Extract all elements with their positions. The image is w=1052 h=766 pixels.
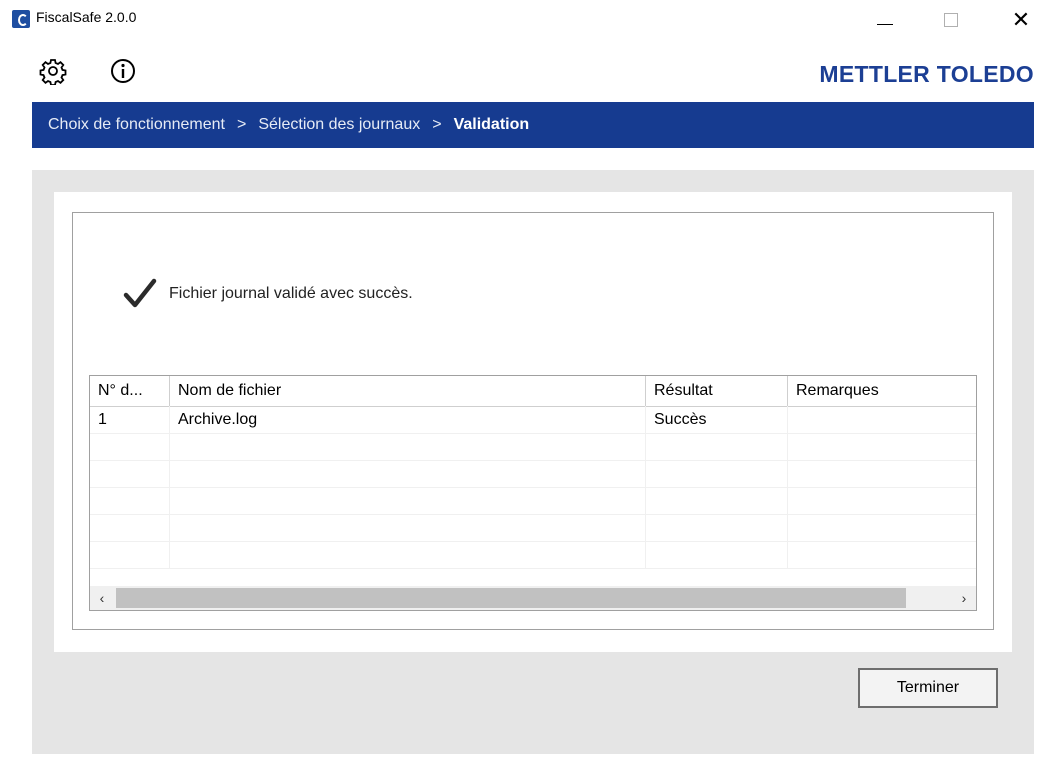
empty-row: [90, 460, 976, 488]
close-icon: ✕: [1011, 7, 1031, 32]
column-header-filename[interactable]: Nom de fichier: [170, 376, 646, 406]
title-bar: FiscalSafe 2.0.0 ✕: [0, 0, 1052, 40]
cell-filename: Archive.log: [170, 406, 646, 433]
empty-row: [90, 541, 976, 569]
table-row[interactable]: 1 Archive.log Succès: [90, 406, 976, 434]
horizontal-scrollbar[interactable]: ‹ ›: [90, 586, 976, 610]
breadcrumb-separator: >: [237, 116, 247, 133]
cell-number: 1: [90, 406, 170, 433]
validation-card: Fichier journal validé avec succès. N° d…: [54, 192, 1012, 652]
content-panel: Fichier journal validé avec succès. N° d…: [32, 170, 1034, 754]
minimize-icon: [877, 23, 893, 25]
window-title: FiscalSafe 2.0.0: [36, 9, 137, 25]
result-group: Fichier journal validé avec succès. N° d…: [72, 212, 994, 630]
minimize-button[interactable]: [862, 0, 908, 40]
scroll-right-icon[interactable]: ›: [952, 586, 976, 610]
close-button[interactable]: ✕: [998, 0, 1044, 40]
table-header: N° d... Nom de fichier Résultat Remarque…: [90, 376, 976, 407]
checkmark-icon: [123, 278, 157, 308]
scrollbar-thumb[interactable]: [116, 588, 906, 608]
breadcrumb-separator: >: [432, 116, 442, 133]
info-icon: [111, 59, 135, 83]
breadcrumb-step-journals: Sélection des journaux: [258, 116, 421, 133]
maximize-icon: [944, 13, 958, 27]
cell-result: Succès: [646, 406, 788, 433]
column-header-remarks[interactable]: Remarques: [788, 376, 976, 406]
results-table: N° d... Nom de fichier Résultat Remarque…: [89, 375, 977, 611]
column-header-result[interactable]: Résultat: [646, 376, 788, 406]
breadcrumb: Choix de fonctionnement > Sélection des …: [32, 102, 1034, 148]
gear-icon: [39, 59, 67, 85]
status-message: Fichier journal validé avec succès.: [123, 277, 413, 311]
toolbar: METTLER TOLEDO: [32, 44, 1052, 102]
info-button[interactable]: [108, 56, 138, 86]
empty-row: [90, 487, 976, 515]
maximize-button[interactable]: [928, 0, 974, 40]
settings-button[interactable]: [38, 56, 68, 86]
breadcrumb-step-validation: Validation: [453, 116, 530, 133]
empty-row: [90, 433, 976, 461]
column-header-number[interactable]: N° d...: [90, 376, 170, 406]
finish-button[interactable]: Terminer: [858, 668, 998, 708]
empty-row: [90, 514, 976, 542]
scroll-left-icon[interactable]: ‹: [90, 586, 114, 610]
breadcrumb-step-mode: Choix de fonctionnement: [48, 116, 225, 133]
mettler-toledo-logo: METTLER TOLEDO: [819, 61, 1034, 87]
fiscalsafe-app-icon: [12, 10, 30, 28]
status-text: Fichier journal validé avec succès.: [169, 285, 413, 302]
cell-remarks: [788, 406, 976, 433]
